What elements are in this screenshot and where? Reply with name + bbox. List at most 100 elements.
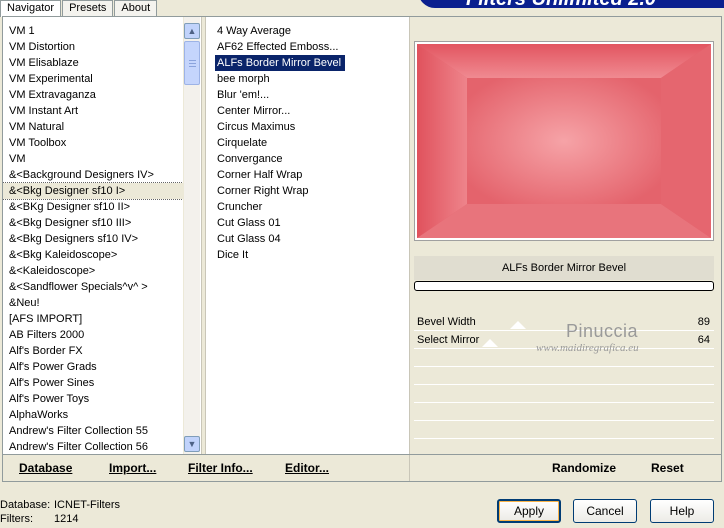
grip-line bbox=[189, 66, 196, 67]
filter-row: AF62 Effected Emboss... bbox=[215, 39, 405, 55]
tab-about[interactable]: About bbox=[114, 0, 158, 16]
category-item[interactable]: AB Filters 2000 bbox=[3, 327, 183, 343]
current-filter-name: ALFs Border Mirror Bevel bbox=[414, 256, 714, 280]
category-item[interactable]: Alf's Power Sines bbox=[3, 375, 183, 391]
status-area: Database: ICNET-Filters Filters: 1214 bbox=[0, 498, 120, 526]
category-item[interactable]: VM Experimental bbox=[3, 71, 183, 87]
category-item[interactable]: [AFS IMPORT] bbox=[3, 311, 183, 327]
filter-row: 4 Way Average bbox=[215, 23, 405, 39]
category-item[interactable]: VM bbox=[3, 151, 183, 167]
progress-bar bbox=[414, 281, 714, 291]
filter-row: Convergance bbox=[215, 151, 405, 167]
app-title-banner: Filters Unlimited 2.0 bbox=[418, 0, 724, 8]
filter-item[interactable]: Cut Glass 01 bbox=[215, 215, 281, 231]
filter-list[interactable]: 4 Way Average AF62 Effected Emboss... ALFs… bbox=[215, 23, 405, 263]
chevron-up-icon: ▲ bbox=[187, 26, 197, 36]
filter-item[interactable]: Corner Half Wrap bbox=[215, 167, 302, 183]
database-button[interactable]: Database bbox=[19, 461, 72, 475]
editor-button[interactable]: Editor... bbox=[285, 461, 329, 475]
filter-item[interactable]: Center Mirror... bbox=[215, 103, 290, 119]
category-item[interactable]: Alf's Border FX bbox=[3, 343, 183, 359]
apply-button[interactable]: Apply bbox=[497, 499, 561, 523]
watermark-url: www.maidiregrafica.eu bbox=[536, 342, 639, 354]
filter-row: Cruncher bbox=[215, 199, 405, 215]
param-row-bevel-width[interactable]: Bevel Width 89 bbox=[414, 313, 714, 331]
navigator-panel: VM 1 VM Distortion VM Elisablaze VM Experim… bbox=[2, 16, 722, 457]
category-item[interactable]: &<Bkg Designer sf10 III> bbox=[3, 215, 183, 231]
category-list[interactable]: VM 1 VM Distortion VM Elisablaze VM Experim… bbox=[3, 17, 183, 454]
category-item[interactable]: &<Background Designers IV> bbox=[3, 167, 183, 183]
category-item[interactable]: VM Instant Art bbox=[3, 103, 183, 119]
filter-row: Dice It bbox=[215, 247, 405, 263]
scroll-thumb[interactable] bbox=[184, 41, 200, 85]
randomize-button[interactable]: Randomize bbox=[552, 461, 616, 475]
category-item[interactable]: &Neu! bbox=[3, 295, 183, 311]
category-item[interactable]: AlphaWorks bbox=[3, 407, 183, 423]
filter-item[interactable]: Cut Glass 04 bbox=[215, 231, 281, 247]
bevel-preview bbox=[417, 44, 711, 238]
category-item[interactable]: Alf's Power Grads bbox=[3, 359, 183, 375]
slider-marker-icon bbox=[482, 339, 498, 347]
filter-row: Cut Glass 01 bbox=[215, 215, 405, 231]
empty-param-row bbox=[414, 421, 714, 439]
preview-frame bbox=[414, 41, 714, 241]
filter-item[interactable]: Corner Right Wrap bbox=[215, 183, 309, 199]
category-item[interactable]: Alf's Power Toys bbox=[3, 391, 183, 407]
filter-item[interactable]: bee morph bbox=[215, 71, 270, 87]
help-button[interactable]: Help bbox=[650, 499, 714, 523]
category-item[interactable]: &<Bkg Kaleidoscope> bbox=[3, 247, 183, 263]
grip-line bbox=[189, 63, 196, 64]
filter-item[interactable]: Cruncher bbox=[215, 199, 262, 215]
category-item[interactable]: &<Sandflower Specials^v^ > bbox=[3, 279, 183, 295]
filter-item[interactable]: ALFs Border Mirror Bevel bbox=[215, 55, 346, 71]
filter-item[interactable]: Blur 'em!... bbox=[215, 87, 269, 103]
grip-line bbox=[189, 60, 196, 61]
filter-info-button[interactable]: Filter Info... bbox=[188, 461, 253, 475]
category-item[interactable]: &<Kaleidoscope> bbox=[3, 263, 183, 279]
import-button[interactable]: Import... bbox=[109, 461, 156, 475]
filter-item[interactable]: 4 Way Average bbox=[215, 23, 291, 39]
filter-row: Corner Right Wrap bbox=[215, 183, 405, 199]
filter-item[interactable]: Dice It bbox=[215, 247, 248, 263]
preview-panel: ALFs Border Mirror Bevel Bevel Width 89 … bbox=[409, 17, 721, 457]
reset-button[interactable]: Reset bbox=[651, 461, 684, 475]
database-value: ICNET-Filters bbox=[54, 499, 120, 511]
database-label: Database: bbox=[0, 499, 51, 511]
filter-item[interactable]: Cirquelate bbox=[215, 135, 267, 151]
filter-row: Cut Glass 04 bbox=[215, 231, 405, 247]
splitter[interactable] bbox=[201, 17, 206, 454]
action-separator bbox=[409, 455, 410, 481]
category-item[interactable]: VM Elisablaze bbox=[3, 55, 183, 71]
preview-image bbox=[417, 44, 711, 238]
filter-row: bee morph bbox=[215, 71, 405, 87]
tab-bar: Navigator Presets About bbox=[0, 0, 158, 17]
parameter-list: Bevel Width 89 Select Mirror 64 bbox=[414, 313, 714, 457]
tab-navigator[interactable]: Navigator bbox=[0, 0, 62, 17]
scroll-down-button[interactable]: ▼ bbox=[184, 436, 200, 452]
category-item[interactable]: VM Toolbox bbox=[3, 135, 183, 151]
filter-item[interactable]: AF62 Effected Emboss... bbox=[215, 39, 338, 55]
watermark-name: Pinuccia bbox=[566, 321, 639, 341]
category-item[interactable]: &<Bkg Designer sf10 I> bbox=[3, 182, 183, 200]
tab-presets[interactable]: Presets bbox=[62, 0, 114, 16]
filters-label: Filters: bbox=[0, 513, 33, 525]
empty-param-row bbox=[414, 385, 714, 403]
cancel-button[interactable]: Cancel bbox=[573, 499, 637, 523]
chevron-down-icon: ▼ bbox=[187, 439, 197, 449]
filter-row: Center Mirror... bbox=[215, 103, 405, 119]
filter-item[interactable]: Circus Maximus bbox=[215, 119, 295, 135]
filter-row: Blur 'em!... bbox=[215, 87, 405, 103]
category-item[interactable]: &<BKg Designer sf10 II> bbox=[3, 199, 183, 215]
category-item[interactable]: &<Bkg Designers sf10 IV> bbox=[3, 231, 183, 247]
scroll-up-button[interactable]: ▲ bbox=[184, 23, 200, 39]
category-item[interactable]: Andrew's Filter Collection 55 bbox=[3, 423, 183, 439]
category-scrollbar[interactable]: ▲ ▼ bbox=[183, 17, 200, 454]
category-item[interactable]: VM Extravaganza bbox=[3, 87, 183, 103]
category-item[interactable]: VM 1 bbox=[3, 23, 183, 39]
action-bar: Database Import... Filter Info... Editor… bbox=[2, 455, 722, 482]
category-item[interactable]: VM Distortion bbox=[3, 39, 183, 55]
category-item[interactable]: Andrew's Filter Collection 56 bbox=[3, 439, 183, 454]
filter-row: ALFs Border Mirror Bevel bbox=[215, 55, 405, 71]
category-item[interactable]: VM Natural bbox=[3, 119, 183, 135]
filter-item[interactable]: Convergance bbox=[215, 151, 282, 167]
